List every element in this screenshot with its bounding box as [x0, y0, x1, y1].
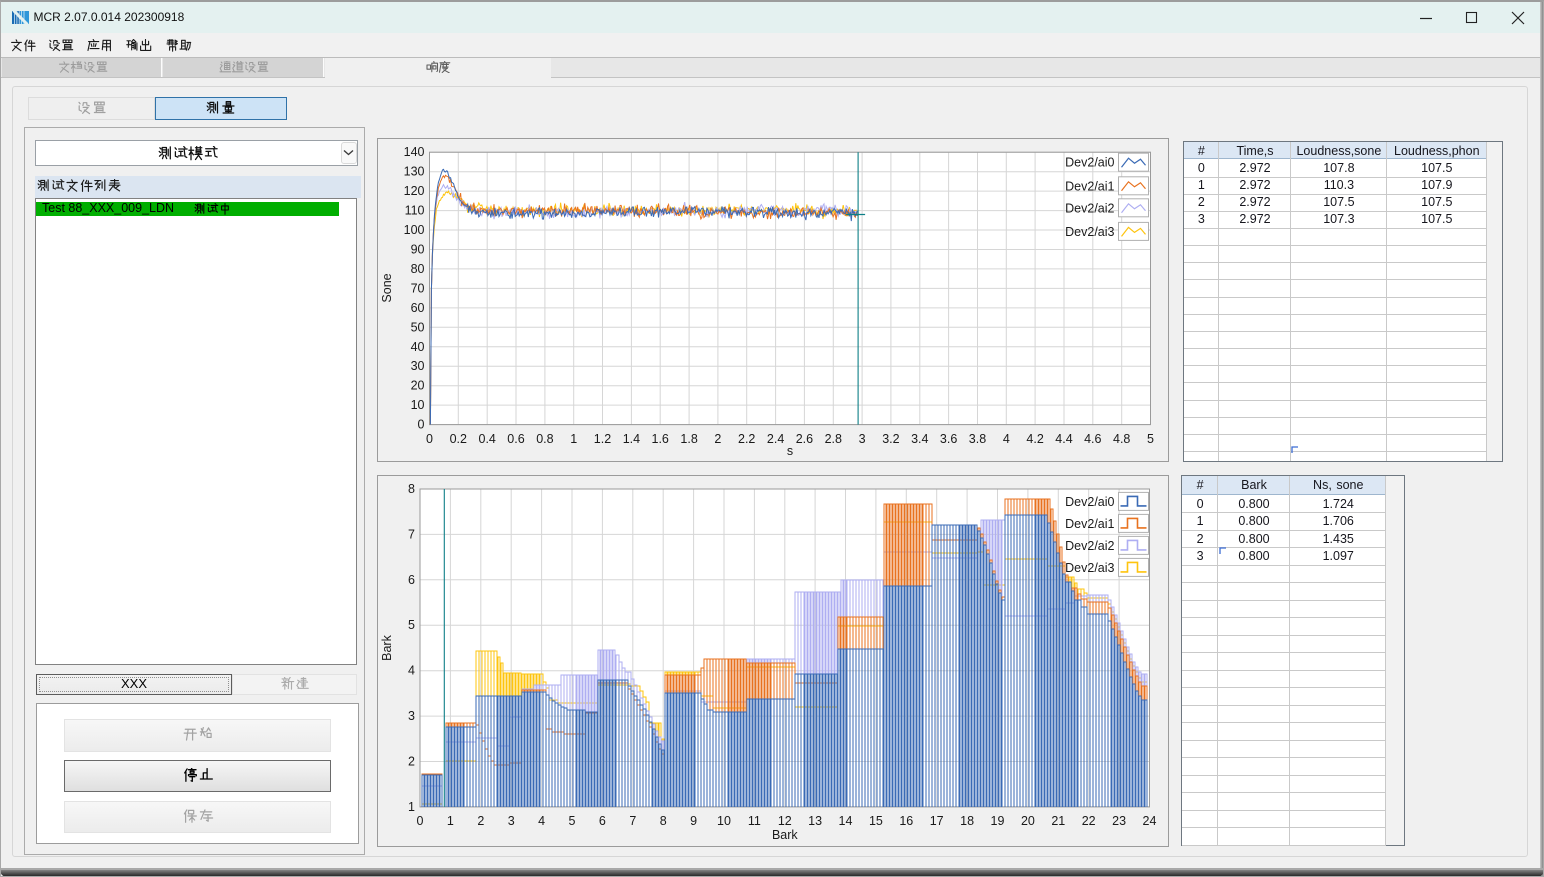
svg-text:20: 20	[1020, 814, 1034, 828]
svg-text:21: 21	[1051, 814, 1065, 828]
svg-text:4.4: 4.4	[1055, 432, 1072, 446]
svg-text:18: 18	[960, 814, 974, 828]
svg-text:2.2: 2.2	[738, 432, 755, 446]
svg-text:19: 19	[990, 814, 1004, 828]
svg-text:0.6: 0.6	[507, 432, 524, 446]
svg-text:110: 110	[404, 204, 424, 218]
svg-text:1: 1	[570, 432, 577, 446]
svg-text:0.8: 0.8	[536, 432, 553, 446]
svg-text:16: 16	[899, 814, 913, 828]
svg-text:15: 15	[868, 814, 882, 828]
svg-text:0: 0	[417, 418, 424, 432]
svg-text:1.4: 1.4	[622, 432, 639, 446]
svg-text:1: 1	[408, 799, 415, 813]
svg-text:4.8: 4.8	[1113, 432, 1130, 446]
svg-text:70: 70	[410, 281, 424, 295]
svg-text:3.6: 3.6	[939, 432, 956, 446]
svg-text:2: 2	[477, 814, 484, 828]
svg-text:5: 5	[1147, 432, 1154, 446]
svg-text:Dev2/ai1: Dev2/ai1	[1065, 179, 1114, 193]
svg-text:Dev2/ai2: Dev2/ai2	[1065, 201, 1114, 215]
svg-text:13: 13	[808, 814, 822, 828]
svg-text:4: 4	[1002, 432, 1009, 446]
svg-text:2: 2	[408, 754, 415, 768]
svg-text:4.6: 4.6	[1084, 432, 1101, 446]
svg-text:14: 14	[838, 814, 852, 828]
svg-text:Dev2/ai2: Dev2/ai2	[1065, 538, 1114, 552]
svg-text:80: 80	[410, 262, 424, 276]
svg-text:22: 22	[1081, 814, 1095, 828]
svg-text:Sone: Sone	[380, 273, 394, 302]
svg-text:40: 40	[410, 340, 424, 354]
svg-text:9: 9	[690, 814, 697, 828]
svg-text:5: 5	[568, 814, 575, 828]
svg-text:3.4: 3.4	[911, 432, 928, 446]
svg-text:Dev2/ai3: Dev2/ai3	[1065, 560, 1114, 574]
svg-text:8: 8	[659, 814, 666, 828]
svg-text:1: 1	[446, 814, 453, 828]
svg-text:100: 100	[403, 223, 424, 237]
svg-text:2.4: 2.4	[766, 432, 783, 446]
svg-text:6: 6	[598, 814, 605, 828]
svg-text:0.2: 0.2	[449, 432, 466, 446]
svg-text:Dev2/ai1: Dev2/ai1	[1065, 516, 1114, 530]
svg-text:Bark: Bark	[380, 634, 394, 660]
svg-text:Bark: Bark	[771, 828, 797, 842]
svg-text:2.6: 2.6	[795, 432, 812, 446]
svg-text:20: 20	[410, 379, 424, 393]
svg-text:130: 130	[403, 165, 424, 179]
svg-text:24: 24	[1142, 814, 1156, 828]
svg-text:17: 17	[929, 814, 943, 828]
svg-text:3: 3	[408, 709, 415, 723]
svg-text:10: 10	[410, 398, 424, 412]
svg-text:3.2: 3.2	[882, 432, 899, 446]
svg-text:3: 3	[858, 432, 865, 446]
svg-text:0.4: 0.4	[478, 432, 495, 446]
svg-text:0: 0	[426, 432, 433, 446]
svg-text:60: 60	[410, 301, 424, 315]
svg-text:2: 2	[714, 432, 721, 446]
svg-text:120: 120	[403, 184, 424, 198]
svg-text:6: 6	[408, 572, 415, 586]
svg-text:4: 4	[538, 814, 545, 828]
svg-text:10: 10	[717, 814, 731, 828]
svg-text:1.2: 1.2	[593, 432, 610, 446]
svg-text:90: 90	[410, 243, 424, 257]
svg-text:Dev2/ai3: Dev2/ai3	[1065, 225, 1114, 239]
svg-text:4: 4	[408, 663, 415, 677]
svg-text:11: 11	[747, 814, 760, 828]
svg-text:1.8: 1.8	[680, 432, 697, 446]
svg-text:50: 50	[410, 320, 424, 334]
svg-text:2.8: 2.8	[824, 432, 841, 446]
svg-text:0: 0	[416, 814, 423, 828]
svg-text:3.8: 3.8	[968, 432, 985, 446]
svg-text:8: 8	[408, 482, 415, 496]
svg-text:30: 30	[410, 359, 424, 373]
svg-text:12: 12	[777, 814, 791, 828]
svg-text:Dev2/ai0: Dev2/ai0	[1065, 494, 1114, 508]
svg-text:Dev2/ai0: Dev2/ai0	[1065, 156, 1114, 170]
svg-text:3: 3	[507, 814, 514, 828]
svg-text:140: 140	[403, 145, 424, 159]
svg-text:7: 7	[408, 527, 415, 541]
svg-text:s: s	[786, 444, 792, 458]
svg-text:4.2: 4.2	[1026, 432, 1043, 446]
svg-text:23: 23	[1112, 814, 1126, 828]
svg-text:5: 5	[408, 618, 415, 632]
svg-text:7: 7	[629, 814, 636, 828]
svg-text:1.6: 1.6	[651, 432, 668, 446]
